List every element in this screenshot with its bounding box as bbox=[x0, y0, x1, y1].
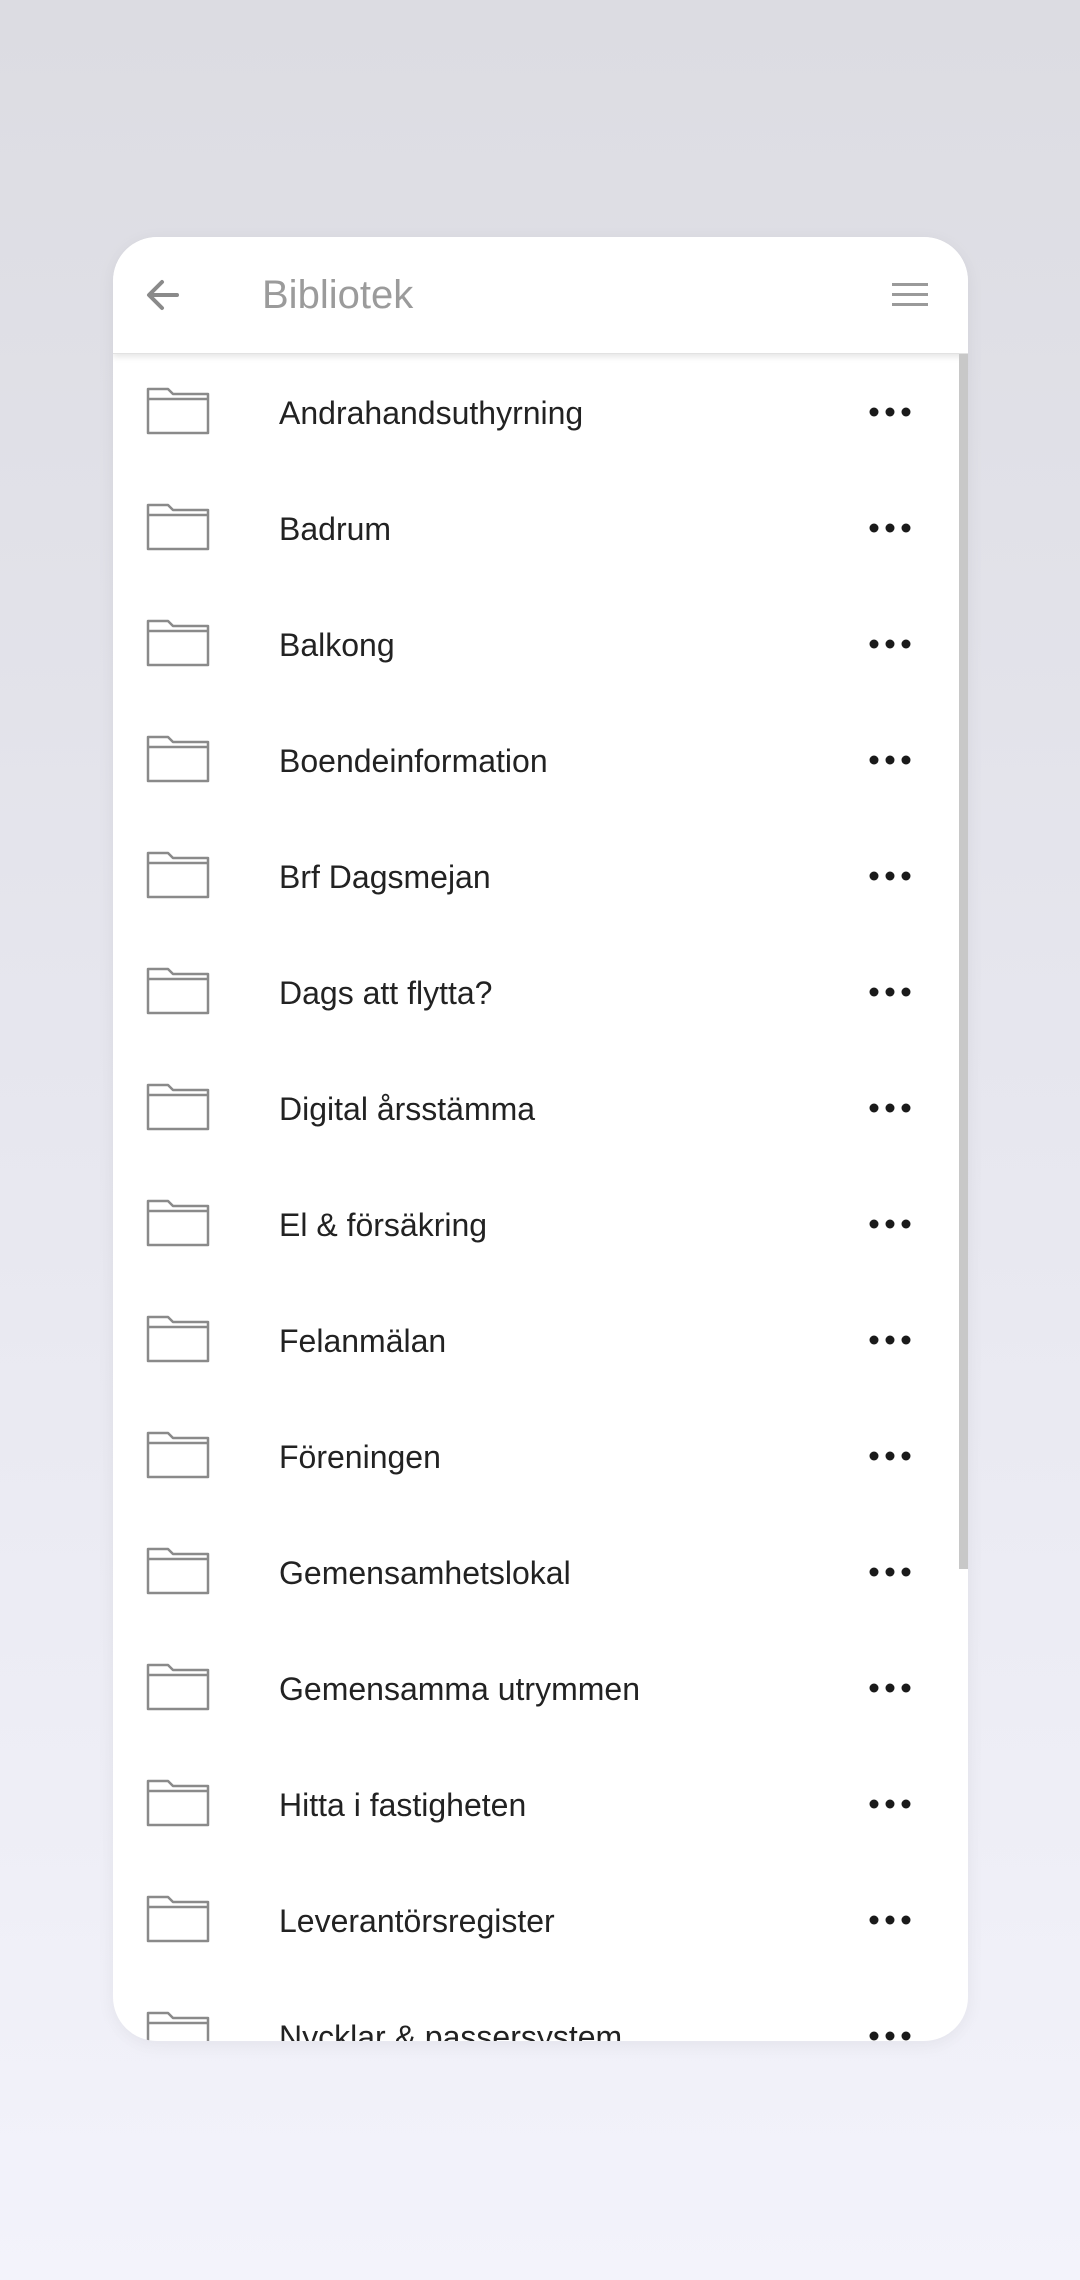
more-options-button[interactable] bbox=[860, 738, 920, 782]
list-item[interactable]: Dags att flytta? bbox=[113, 934, 968, 1050]
folder-list[interactable]: Andrahandsuthyrning Badrum Balkong Boendein… bbox=[113, 354, 968, 2041]
list-item[interactable]: Andrahandsuthyrning bbox=[113, 354, 968, 470]
folder-icon bbox=[146, 1661, 210, 1711]
more-options-button[interactable] bbox=[860, 1086, 920, 1130]
list-item-label: Balkong bbox=[279, 627, 395, 663]
more-options-button[interactable] bbox=[860, 1782, 920, 1826]
more-options-button[interactable] bbox=[860, 390, 920, 434]
more-options-button[interactable] bbox=[860, 1434, 920, 1478]
folder-icon bbox=[146, 617, 210, 667]
more-horizontal-icon bbox=[869, 1219, 911, 1229]
list-item-label: El & försäkring bbox=[279, 1207, 488, 1243]
list-item-label: Föreningen bbox=[279, 1439, 441, 1475]
list-item-label: Gemensamhetslokal bbox=[279, 1555, 571, 1591]
more-options-button[interactable] bbox=[860, 622, 920, 666]
list-item[interactable]: Balkong bbox=[113, 586, 968, 702]
list-item[interactable]: Nycklar & passersystem bbox=[113, 1978, 968, 2041]
list-item[interactable]: El & försäkring bbox=[113, 1166, 968, 1282]
more-options-button[interactable] bbox=[860, 1666, 920, 1710]
folder-icon bbox=[146, 1197, 210, 1247]
more-horizontal-icon bbox=[869, 1567, 911, 1577]
folder-icon bbox=[146, 965, 210, 1015]
list-item-label: Brf Dagsmejan bbox=[279, 859, 491, 895]
more-horizontal-icon bbox=[869, 1683, 911, 1693]
folder-icon bbox=[146, 1081, 210, 1131]
more-options-button[interactable] bbox=[860, 2014, 920, 2041]
more-horizontal-icon bbox=[869, 523, 911, 533]
app-header: Bibliotek bbox=[113, 237, 968, 354]
more-horizontal-icon bbox=[869, 1915, 911, 1925]
menu-button[interactable] bbox=[886, 271, 934, 319]
more-options-button[interactable] bbox=[860, 1202, 920, 1246]
list-item-label: Leverantörsregister bbox=[279, 1903, 555, 1939]
list-item-label: Nycklar & passersystem bbox=[279, 2019, 623, 2041]
list-item[interactable]: Hitta i fastigheten bbox=[113, 1746, 968, 1862]
more-horizontal-icon bbox=[869, 2031, 911, 2041]
folder-icon bbox=[146, 1429, 210, 1479]
folder-icon bbox=[146, 385, 210, 435]
more-horizontal-icon bbox=[869, 1451, 911, 1461]
more-horizontal-icon bbox=[869, 1103, 911, 1113]
list-item[interactable]: Felanmälan bbox=[113, 1282, 968, 1398]
page-title: Bibliotek bbox=[262, 273, 414, 317]
list-item[interactable]: Leverantörsregister bbox=[113, 1862, 968, 1978]
list-item[interactable]: Föreningen bbox=[113, 1398, 968, 1514]
more-horizontal-icon bbox=[869, 1799, 911, 1809]
folder-icon bbox=[146, 733, 210, 783]
folder-icon bbox=[146, 1313, 210, 1363]
more-options-button[interactable] bbox=[860, 970, 920, 1014]
more-horizontal-icon bbox=[869, 407, 911, 417]
list-item-label: Hitta i fastigheten bbox=[279, 1787, 527, 1823]
back-button[interactable] bbox=[139, 271, 187, 319]
more-horizontal-icon bbox=[869, 755, 911, 765]
library-card: Bibliotek Andrahandsuthyrning Badrum Balko… bbox=[113, 237, 968, 2041]
list-item[interactable]: Badrum bbox=[113, 470, 968, 586]
folder-icon bbox=[146, 849, 210, 899]
arrow-left-icon bbox=[147, 280, 179, 310]
folder-icon bbox=[146, 1893, 210, 1943]
folder-icon bbox=[146, 2009, 210, 2041]
folder-icon bbox=[146, 1777, 210, 1827]
folder-icon bbox=[146, 1545, 210, 1595]
list-item-label: Gemensamma utrymmen bbox=[279, 1671, 640, 1707]
hamburger-menu-icon bbox=[892, 283, 928, 306]
scrollbar[interactable] bbox=[959, 354, 968, 1569]
list-item[interactable]: Gemensamhetslokal bbox=[113, 1514, 968, 1630]
list-item-label: Dags att flytta? bbox=[279, 975, 493, 1011]
list-item[interactable]: Digital årsstämma bbox=[113, 1050, 968, 1166]
list-item[interactable]: Brf Dagsmejan bbox=[113, 818, 968, 934]
list-item[interactable]: Boendeinformation bbox=[113, 702, 968, 818]
list-item-label: Digital årsstämma bbox=[279, 1091, 536, 1127]
more-options-button[interactable] bbox=[860, 1318, 920, 1362]
more-horizontal-icon bbox=[869, 1335, 911, 1345]
more-horizontal-icon bbox=[869, 987, 911, 997]
more-options-button[interactable] bbox=[860, 1898, 920, 1942]
more-horizontal-icon bbox=[869, 639, 911, 649]
list-item-label: Badrum bbox=[279, 511, 392, 547]
more-options-button[interactable] bbox=[860, 1550, 920, 1594]
more-options-button[interactable] bbox=[860, 854, 920, 898]
list-item-label: Boendeinformation bbox=[279, 743, 548, 779]
more-horizontal-icon bbox=[869, 871, 911, 881]
folder-icon bbox=[146, 501, 210, 551]
list-item-label: Felanmälan bbox=[279, 1323, 447, 1359]
more-options-button[interactable] bbox=[860, 506, 920, 550]
list-item[interactable]: Gemensamma utrymmen bbox=[113, 1630, 968, 1746]
list-item-label: Andrahandsuthyrning bbox=[279, 395, 584, 431]
